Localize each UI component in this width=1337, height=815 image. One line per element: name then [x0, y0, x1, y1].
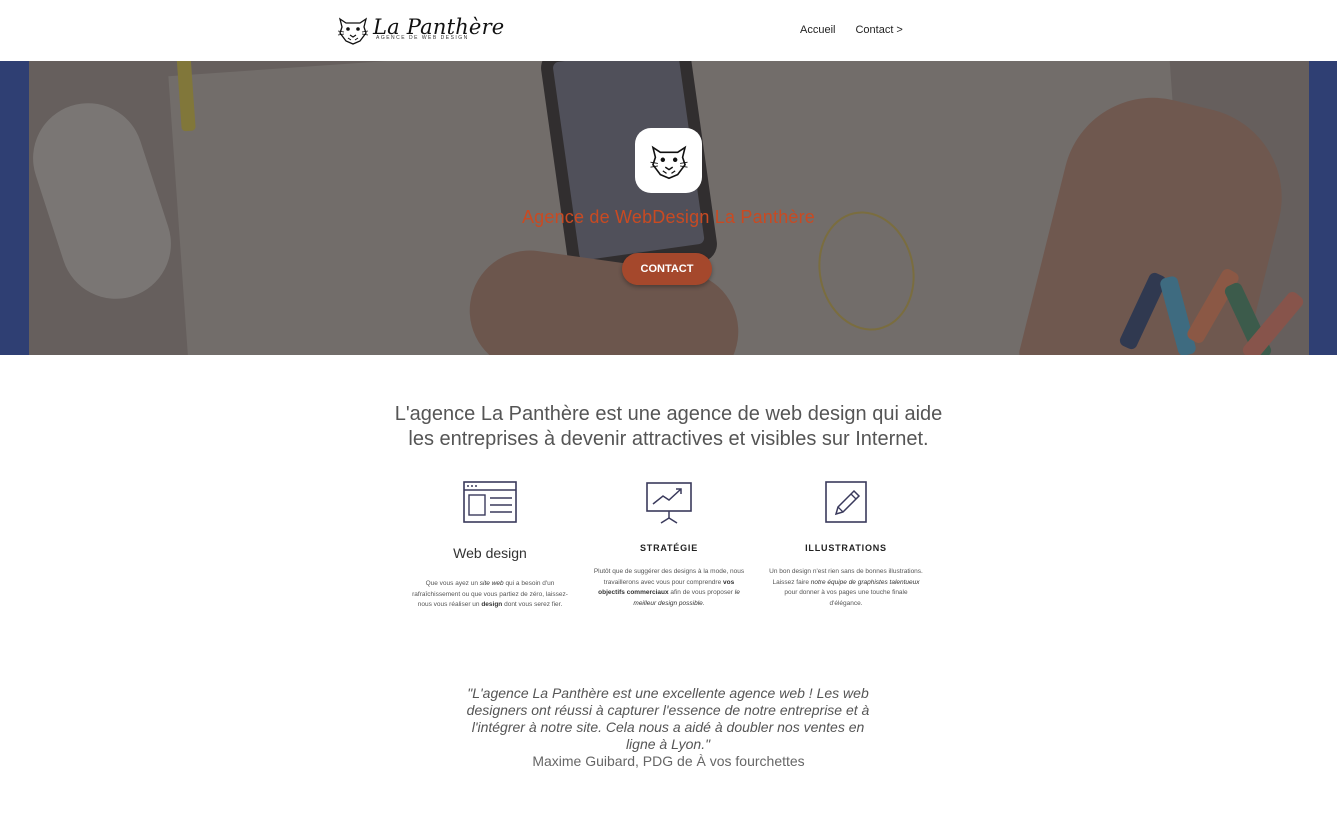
pencil-edit-icon — [825, 481, 867, 523]
hero-logo-badge — [635, 128, 702, 193]
intro-line-2: les entreprises à devenir attractives et… — [408, 428, 929, 450]
browser-layout-icon — [463, 481, 517, 523]
testimonial-author: Maxime Guibard, PDG de À vos fourchettes — [532, 753, 805, 769]
contact-button[interactable]: CONTACT — [622, 253, 712, 285]
feature-description: Un bon design n'est rien sans de bonnes … — [769, 568, 923, 607]
testimonial-quote: "L'agence La Panthère est une excellente… — [466, 685, 870, 752]
nav-link-contact[interactable]: Contact > — [855, 24, 902, 36]
panther-logo-icon — [337, 17, 369, 45]
feature-illustrations: ILLUSTRATIONS Un bon design n'est rien s… — [766, 480, 926, 609]
feature-title: STRATÉGIE — [639, 543, 699, 553]
nav-link-accueil[interactable]: Accueil — [800, 24, 835, 36]
feature-web-design: Web design Que vous ayez un site web qui… — [410, 480, 570, 611]
hero-banner: Agence de WebDesign La Panthère CONTACT — [0, 61, 1337, 355]
hero-title: Agence de WebDesign La Panthère — [521, 207, 816, 227]
feature-title: Web design — [453, 545, 527, 561]
main-nav: Accueil Contact > — [800, 24, 903, 36]
intro-text: L'agence La Panthère est une agence de w… — [0, 402, 1337, 452]
intro-line-1: L'agence La Panthère est une agence de w… — [394, 403, 943, 425]
feature-strategie: STRATÉGIE Plutôt que de suggérer des des… — [589, 480, 749, 609]
panther-head-icon — [649, 145, 688, 179]
feature-title: ILLUSTRATIONS — [805, 543, 887, 553]
presentation-chart-icon — [646, 482, 692, 524]
site-header: La Panthère AGENCE DE WEB DESIGN Accueil… — [0, 0, 1337, 61]
logo-tagline: AGENCE DE WEB DESIGN — [376, 35, 469, 41]
feature-description: Que vous ayez un site web qui a besoin d… — [412, 580, 568, 608]
logo[interactable]: La Panthère AGENCE DE WEB DESIGN — [336, 13, 504, 47]
feature-description: Plutôt que de suggérer des designs à la … — [593, 568, 745, 607]
